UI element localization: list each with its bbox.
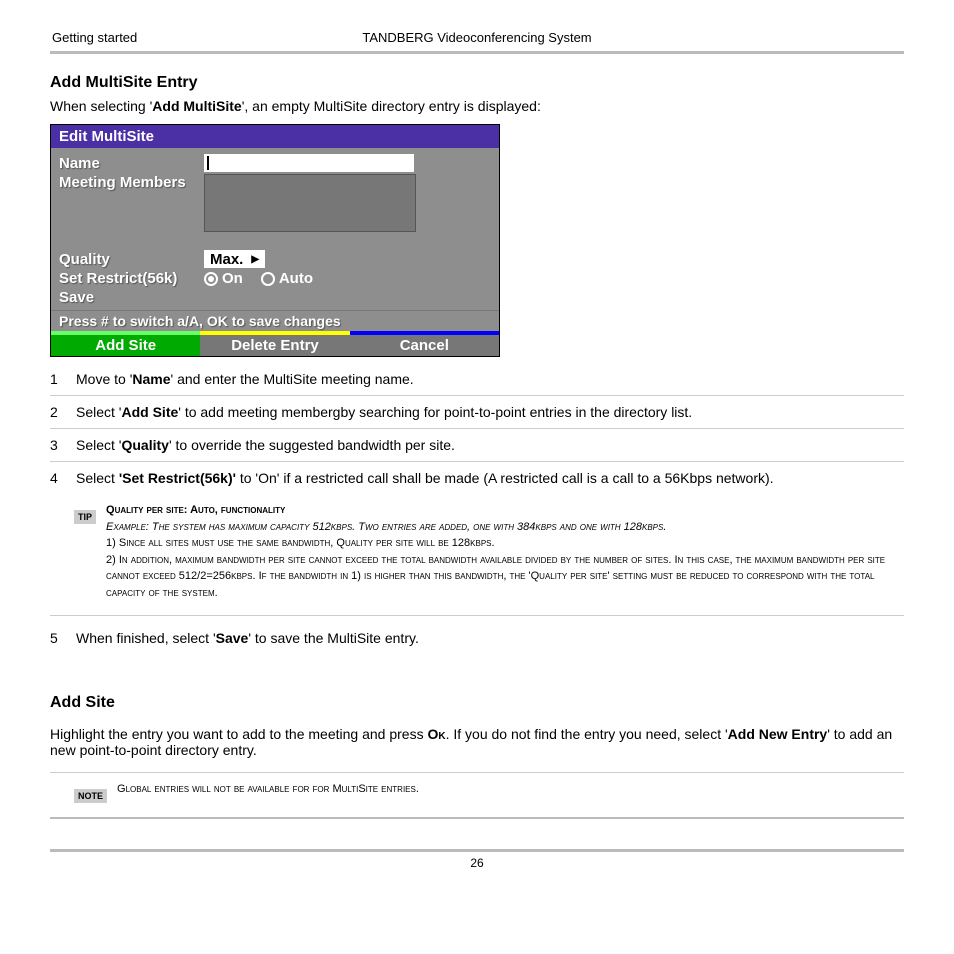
section-title-add-site: Add Site <box>50 694 904 712</box>
delete-entry-button[interactable]: Delete Entry <box>200 331 349 356</box>
members-listbox[interactable] <box>204 174 416 232</box>
tip-box: TIP Quality per site: Auto, functionalit… <box>50 494 904 616</box>
edit-multisite-dialog: Edit MultiSite Name Meeting Members Qual… <box>50 124 500 357</box>
tip-title: Quality per site: Auto, functionality <box>106 502 904 519</box>
steps-list-2: 5 When finished, select 'Save' to save t… <box>50 616 904 654</box>
page-number: 26 <box>50 856 904 870</box>
dialog-hint: Press # to switch a/A, OK to save change… <box>51 310 499 331</box>
tip-line1: Example: The system has maximum capacity… <box>106 521 666 533</box>
header-rule <box>50 51 904 54</box>
chevron-right-icon: ▶ <box>251 254 259 265</box>
restrict-auto-radio[interactable]: Auto <box>261 270 313 287</box>
step-4: 4 Select 'Set Restrict(56k)' to 'On' if … <box>50 462 904 494</box>
header-center: TANDBERG Videoconferencing System <box>362 30 591 45</box>
section-title-add-multisite: Add MultiSite Entry <box>50 74 904 92</box>
step-5: 5 When finished, select 'Save' to save t… <box>50 616 904 654</box>
footer-rule <box>50 849 904 852</box>
note-box: NOTE Global entries will not be availabl… <box>50 773 904 819</box>
step-2: 2 Select 'Add Site' to add meeting membe… <box>50 396 904 429</box>
intro-text: When selecting 'Add MultiSite', an empty… <box>50 98 904 114</box>
tip-line3: 2) In addition, maximum bandwidth per si… <box>106 552 904 602</box>
label-quality: Quality <box>59 251 204 268</box>
step-1: 1 Move to 'Name' and enter the MultiSite… <box>50 363 904 396</box>
steps-list: 1 Move to 'Name' and enter the MultiSite… <box>50 363 904 494</box>
add-site-button[interactable]: Add Site <box>51 331 200 356</box>
add-site-body: Highlight the entry you want to add to t… <box>50 726 904 758</box>
label-save[interactable]: Save <box>59 289 204 306</box>
label-name: Name <box>59 155 204 172</box>
restrict-on-radio[interactable]: On <box>204 270 243 287</box>
dialog-title: Edit MultiSite <box>51 125 499 148</box>
name-input[interactable] <box>204 154 414 172</box>
label-restrict: Set Restrict(56k) <box>59 270 204 287</box>
note-text: Global entries will not be available for… <box>117 781 419 803</box>
cancel-button[interactable]: Cancel <box>350 331 499 356</box>
tip-badge: TIP <box>74 510 96 524</box>
label-members: Meeting Members <box>59 174 204 191</box>
header-left: Getting started <box>52 30 137 45</box>
quality-selector[interactable]: Max. ▶ <box>204 250 265 268</box>
tip-line2: 1) Since all sites must use the same ban… <box>106 535 904 552</box>
note-badge: NOTE <box>74 789 107 803</box>
page-header: Getting started TANDBERG Videoconferenci… <box>50 30 904 49</box>
step-3: 3 Select 'Quality' to override the sugge… <box>50 429 904 462</box>
